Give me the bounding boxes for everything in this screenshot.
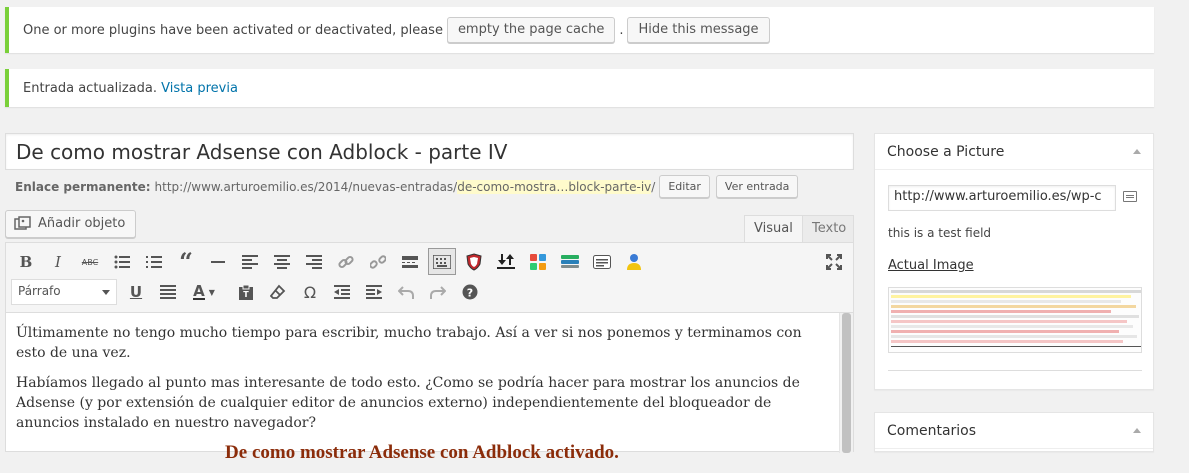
permalink-trailing: / [651,179,656,194]
tab-visual[interactable]: Visual [744,215,803,242]
choose-picture-box: Choose a Picture http://www.arturoemilio… [874,133,1154,390]
media-icon [14,216,31,230]
underline-icon[interactable]: U [123,279,149,305]
clear-format-icon[interactable] [265,279,291,305]
media-picker-icon[interactable] [1123,191,1137,202]
post-updated-text: Entrada actualizada. [23,80,157,96]
shield-plugin-icon[interactable] [461,249,487,275]
collapse-arrow-icon[interactable] [1133,428,1141,433]
permalink-base: http://www.arturoemilio.es/2014/nuevas-e… [154,179,458,194]
comments-title: Comentarios [887,423,977,439]
cache-notice-text: One or more plugins have been activated … [23,22,443,38]
numbered-list-icon[interactable] [141,249,167,275]
collapse-arrow-icon[interactable] [1133,149,1141,154]
indent-icon[interactable] [361,279,387,305]
form-plugin-icon[interactable] [589,249,615,275]
editor-scrollbar[interactable] [839,313,853,453]
format-select[interactable]: Párrafo [11,279,117,305]
view-post-button[interactable]: Ver entrada [715,175,799,198]
content-paragraph-2: Habíamos llegado al punto mas interesant… [16,375,800,431]
empty-cache-button[interactable]: empty the page cache [446,17,616,43]
comments-header[interactable]: Comentarios [875,413,1153,449]
picture-thumbnail [888,287,1142,353]
download-plugin-icon[interactable] [493,249,519,275]
redo-icon[interactable] [425,279,451,305]
insert-link-icon[interactable] [333,249,359,275]
svg-text:T: T [243,290,249,299]
align-left-icon[interactable] [237,249,263,275]
choose-picture-title: Choose a Picture [887,144,1005,160]
horizontal-rule-icon[interactable] [205,249,231,275]
test-field-text: this is a test field [888,226,992,240]
bold-icon[interactable]: B [13,249,39,275]
text-color-icon[interactable]: A ▼ [187,279,221,305]
format-select-value: Párrafo [18,284,61,298]
permalink-row: Enlace permanente: http://www.arturoemil… [15,175,800,198]
chevron-down-icon [102,290,110,295]
editor-toolbar: B I ABC “ Párrafo U A ▼ T Ω ? [6,243,853,313]
preview-link[interactable]: Vista previa [161,81,238,96]
post-title-input[interactable]: De como mostrar Adsense con Adblock - pa… [5,133,854,170]
tab-text[interactable]: Texto [802,215,854,242]
picture-url-input[interactable]: http://www.arturoemilio.es/wp-c [888,185,1116,211]
scrollbar-thumb[interactable] [842,313,851,453]
bullet-list-icon[interactable] [109,249,135,275]
plugin-cache-notice: One or more plugins have been activated … [5,7,1154,53]
comments-box: Comentarios [874,412,1154,452]
help-icon[interactable]: ? [457,279,483,305]
permalink-label: Enlace permanente: [15,179,151,194]
choose-picture-header[interactable]: Choose a Picture [875,134,1153,170]
actual-image-label: Actual Image [888,258,974,273]
blockquote-icon[interactable]: “ [173,249,199,275]
user-plugin-icon[interactable] [621,249,647,275]
stack-plugin-icon[interactable] [557,249,583,275]
special-char-icon[interactable]: Ω [297,279,323,305]
outdent-icon[interactable] [329,279,355,305]
editor-content[interactable]: Últimamente no tengo mucho tiempo para e… [6,313,838,473]
align-right-icon[interactable] [301,249,327,275]
add-media-label: Añadir objeto [38,216,126,231]
undo-icon[interactable] [393,279,419,305]
edit-permalink-button[interactable]: Editar [659,175,710,198]
grid-plugin-icon[interactable] [525,249,551,275]
cache-notice-period: . [619,22,624,38]
post-editor: B I ABC “ Párrafo U A ▼ T Ω ? Últimament… [5,242,854,463]
align-center-icon[interactable] [269,249,295,275]
toolbar-toggle-icon[interactable] [428,248,456,275]
justify-icon[interactable] [155,279,181,305]
content-heading: De como mostrar Adsense con Adblock acti… [225,442,619,463]
unlink-icon[interactable] [365,249,391,275]
read-more-icon[interactable] [397,249,423,275]
strikethrough-icon[interactable]: ABC [77,249,103,275]
content-paragraph-1: Últimamente no tengo mucho tiempo para e… [16,325,802,361]
picture-box-divider [888,370,1142,371]
fullscreen-icon[interactable] [821,249,847,275]
post-updated-notice: Entrada actualizada. Vista previa [5,69,1154,107]
paste-text-icon[interactable]: T [233,279,259,305]
hide-message-button[interactable]: Hide this message [627,17,770,43]
svg-text:?: ? [467,287,473,300]
italic-icon[interactable]: I [45,249,71,275]
add-media-button[interactable]: Añadir objeto [5,210,137,238]
permalink-slug[interactable]: de-como-mostra…block-parte-iv [457,179,652,194]
